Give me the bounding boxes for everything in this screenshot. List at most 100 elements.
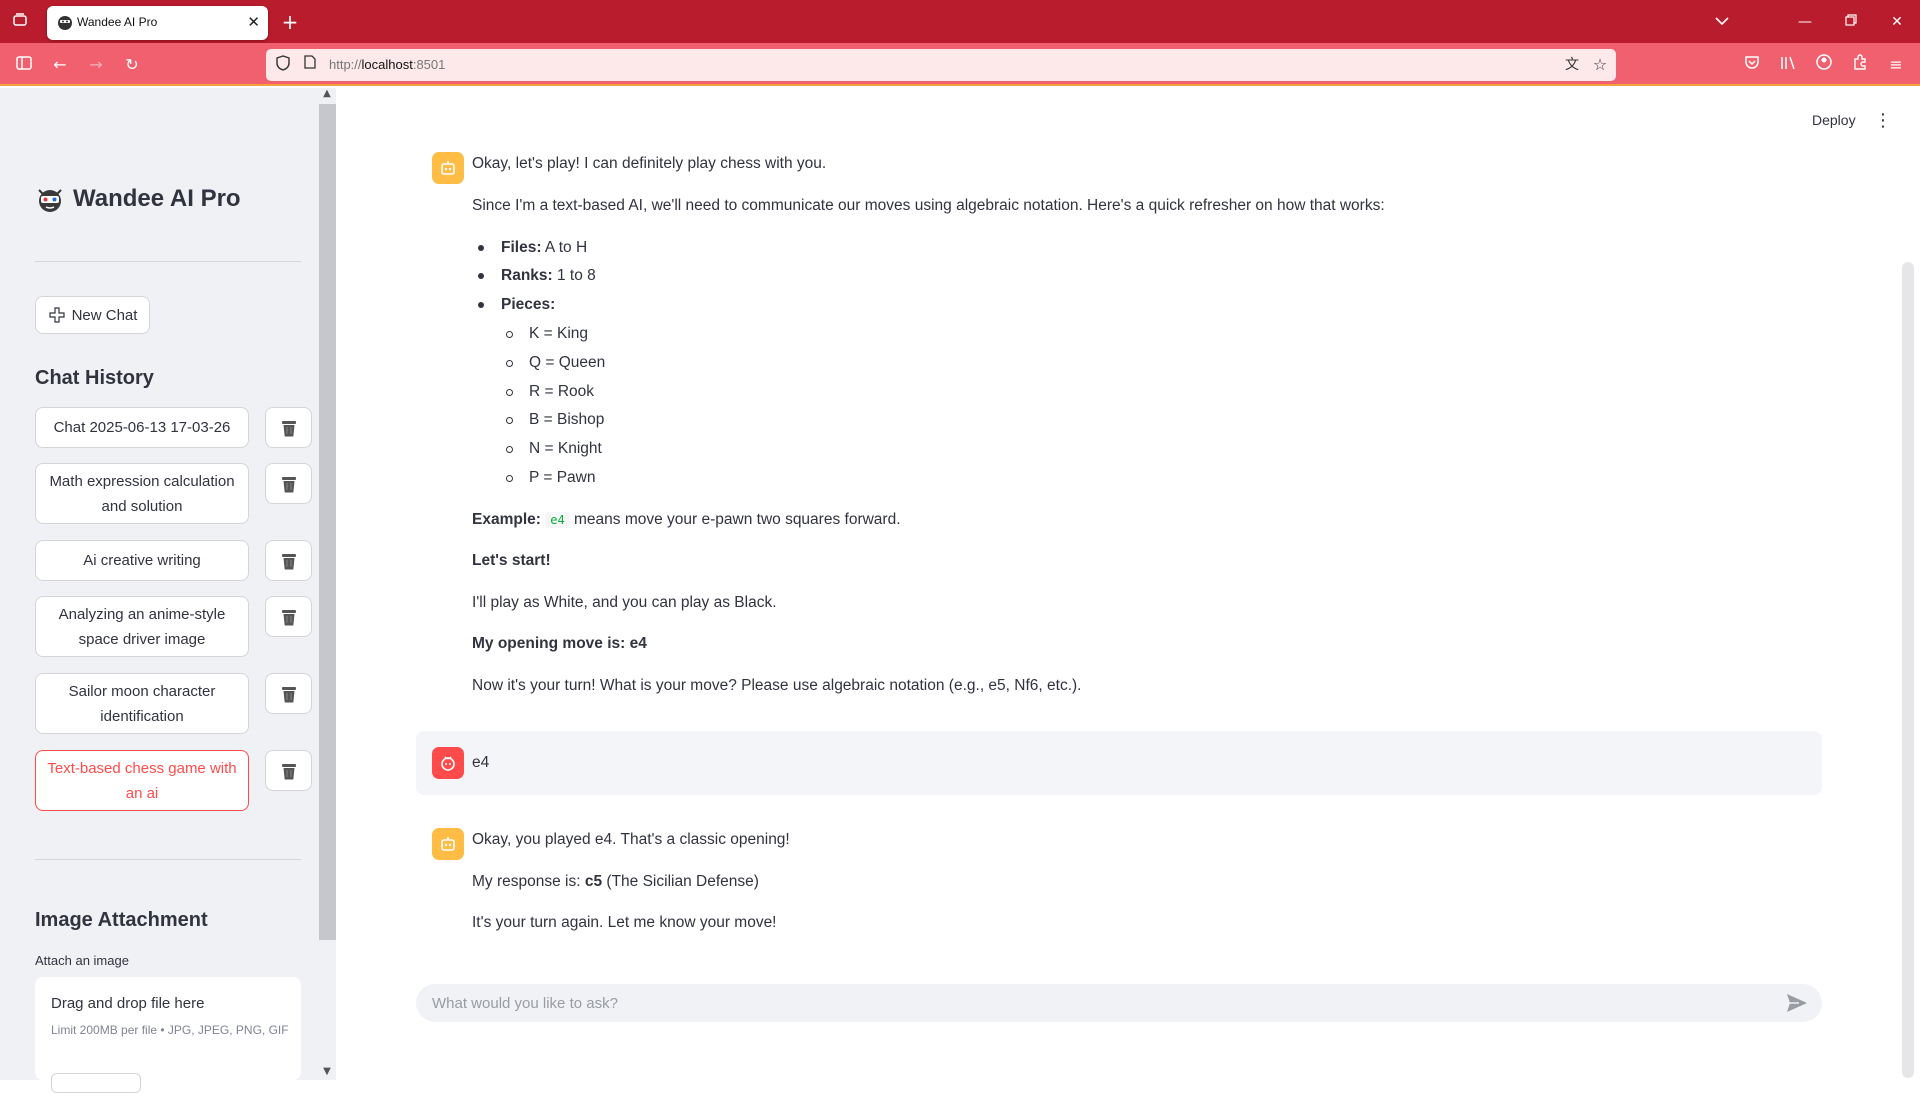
- sidebar-divider: [35, 859, 301, 860]
- history-item[interactable]: Sailor moon character identification: [35, 673, 249, 734]
- scroll-down-icon[interactable]: ▼: [320, 1066, 334, 1077]
- example-line: Example: e4 means move your e-pawn two s…: [472, 511, 901, 528]
- main-scrollbar[interactable]: [1902, 262, 1914, 1078]
- sidebar-toggle-icon[interactable]: [13, 54, 35, 76]
- dropzone-title: Drag and drop file here: [51, 995, 205, 1012]
- robot-logo-icon: [38, 189, 62, 212]
- delete-chat-button[interactable]: [265, 407, 312, 448]
- more-options-icon[interactable]: ⋮: [1874, 110, 1892, 131]
- reload-icon[interactable]: ↻: [121, 54, 143, 76]
- trash-icon: [281, 476, 296, 492]
- sub-list-item: N = Knight: [529, 440, 602, 457]
- trash-icon: [281, 686, 296, 702]
- account-icon[interactable]: [1813, 54, 1835, 76]
- library-icon[interactable]: [1777, 54, 1799, 76]
- sub-bullet: [506, 389, 513, 396]
- forward-icon[interactable]: →: [85, 54, 107, 76]
- new-chat-label: New Chat: [71, 306, 138, 324]
- new-chat-button[interactable]: New Chat: [35, 296, 150, 334]
- url-bar[interactable]: http://localhost:8501 文 ☆: [266, 49, 1616, 81]
- inline-code: e4: [545, 512, 570, 528]
- page-icon[interactable]: [300, 55, 320, 75]
- send-icon[interactable]: [1786, 993, 1808, 1013]
- sub-bullet: [506, 331, 513, 338]
- tab-title: Wandee AI Pro: [77, 15, 158, 29]
- plus-icon: [48, 307, 65, 323]
- delete-chat-button[interactable]: [265, 750, 312, 791]
- bullet: [478, 245, 484, 251]
- browser-tab[interactable]: Wandee AI Pro ✕: [47, 6, 268, 40]
- delete-chat-button[interactable]: [265, 596, 312, 637]
- robot-icon: [441, 161, 455, 175]
- sub-list-item: B = Bishop: [529, 411, 605, 428]
- dropzone-limits: Limit 200MB per file • JPG, JPEG, PNG, G…: [51, 1023, 289, 1037]
- history-item[interactable]: Chat 2025-06-13 17-03-26: [35, 407, 249, 448]
- message-text: It's your turn again. Let me know your m…: [472, 914, 777, 931]
- message-text: e4: [472, 754, 490, 771]
- delete-chat-button[interactable]: [265, 463, 312, 504]
- chat-input-box[interactable]: [416, 984, 1822, 1022]
- list-all-tabs-icon[interactable]: [1712, 12, 1732, 32]
- chat-history-title: Chat History: [35, 367, 154, 389]
- message-text: Okay, let's play! I can definitely play …: [472, 155, 827, 172]
- sub-bullet: [506, 446, 513, 453]
- sub-list-item: Q = Queen: [529, 354, 606, 371]
- favicon-icon: [58, 16, 72, 30]
- history-item[interactable]: Ai creative writing: [35, 540, 249, 581]
- close-tab-icon[interactable]: ✕: [247, 13, 260, 31]
- extensions-icon[interactable]: [1849, 54, 1871, 76]
- history-item[interactable]: Math expression calculation and solution: [35, 463, 249, 524]
- delete-chat-button[interactable]: [265, 540, 312, 581]
- trash-icon: [281, 420, 296, 436]
- history-item-active[interactable]: Text-based chess game with an ai: [35, 750, 249, 811]
- minimize-icon[interactable]: —: [1795, 12, 1815, 32]
- face-icon: [441, 756, 455, 771]
- assistant-avatar: [432, 828, 464, 860]
- scroll-up-icon[interactable]: ▲: [320, 88, 334, 99]
- delete-chat-button[interactable]: [265, 673, 312, 714]
- menu-icon[interactable]: ≡: [1885, 54, 1907, 76]
- brand-title: Wandee AI Pro: [73, 185, 241, 212]
- url-text: http://localhost:8501: [329, 57, 446, 72]
- close-window-icon[interactable]: ✕: [1887, 12, 1907, 32]
- message-text: I'll play as White, and you can play as …: [472, 594, 777, 611]
- chat-input[interactable]: [432, 984, 1752, 1022]
- deploy-button[interactable]: Deploy: [1812, 112, 1856, 128]
- browser-nav-bar: ← → ↻ http://localhost:8501 文 ☆ ≡: [0, 43, 1920, 86]
- shield-icon[interactable]: [273, 55, 293, 75]
- list-item: Pieces:: [501, 296, 556, 313]
- message-text: My response is: c5 (The Sicilian Defense…: [472, 873, 759, 890]
- tab-list-icon[interactable]: [10, 12, 30, 32]
- image-attachment-title: Image Attachment: [35, 909, 208, 931]
- bullet: [478, 302, 484, 308]
- list-item: Files: A to H: [501, 239, 588, 256]
- browser-tab-bar: Wandee AI Pro ✕ + — ✕: [0, 0, 1920, 43]
- bookmark-star-icon[interactable]: ☆: [1590, 55, 1610, 75]
- message-text: Now it's your turn! What is your move? P…: [472, 677, 1082, 694]
- assistant-avatar: [432, 152, 464, 184]
- sub-list-item: K = King: [529, 325, 589, 342]
- new-tab-icon[interactable]: +: [280, 12, 300, 32]
- message-text: My opening move is: e4: [472, 635, 647, 652]
- file-dropzone[interactable]: Drag and drop file here Limit 200MB per …: [35, 977, 301, 1093]
- user-avatar: [432, 747, 464, 779]
- bullet: [478, 273, 484, 279]
- trash-icon: [281, 553, 296, 569]
- sub-bullet: [506, 417, 513, 424]
- robot-icon: [441, 837, 455, 851]
- sub-bullet: [506, 360, 513, 367]
- back-icon[interactable]: ←: [49, 54, 71, 76]
- pocket-icon[interactable]: [1741, 54, 1763, 76]
- history-item[interactable]: Analyzing an anime-style space driver im…: [35, 596, 249, 657]
- message-text: Since I'm a text-based AI, we'll need to…: [472, 197, 1385, 214]
- translate-icon[interactable]: 文: [1562, 55, 1582, 75]
- sidebar-divider: [35, 261, 301, 262]
- message-text: Okay, you played e4. That's a classic op…: [472, 831, 790, 848]
- sidebar-scrollbar-thumb[interactable]: [319, 104, 336, 940]
- brand: Wandee AI Pro: [35, 182, 241, 216]
- user-message: [416, 731, 1822, 795]
- trash-icon: [281, 763, 296, 779]
- browse-files-button[interactable]: [51, 1073, 141, 1093]
- list-item: Ranks: 1 to 8: [501, 267, 596, 284]
- restore-icon[interactable]: [1841, 12, 1861, 32]
